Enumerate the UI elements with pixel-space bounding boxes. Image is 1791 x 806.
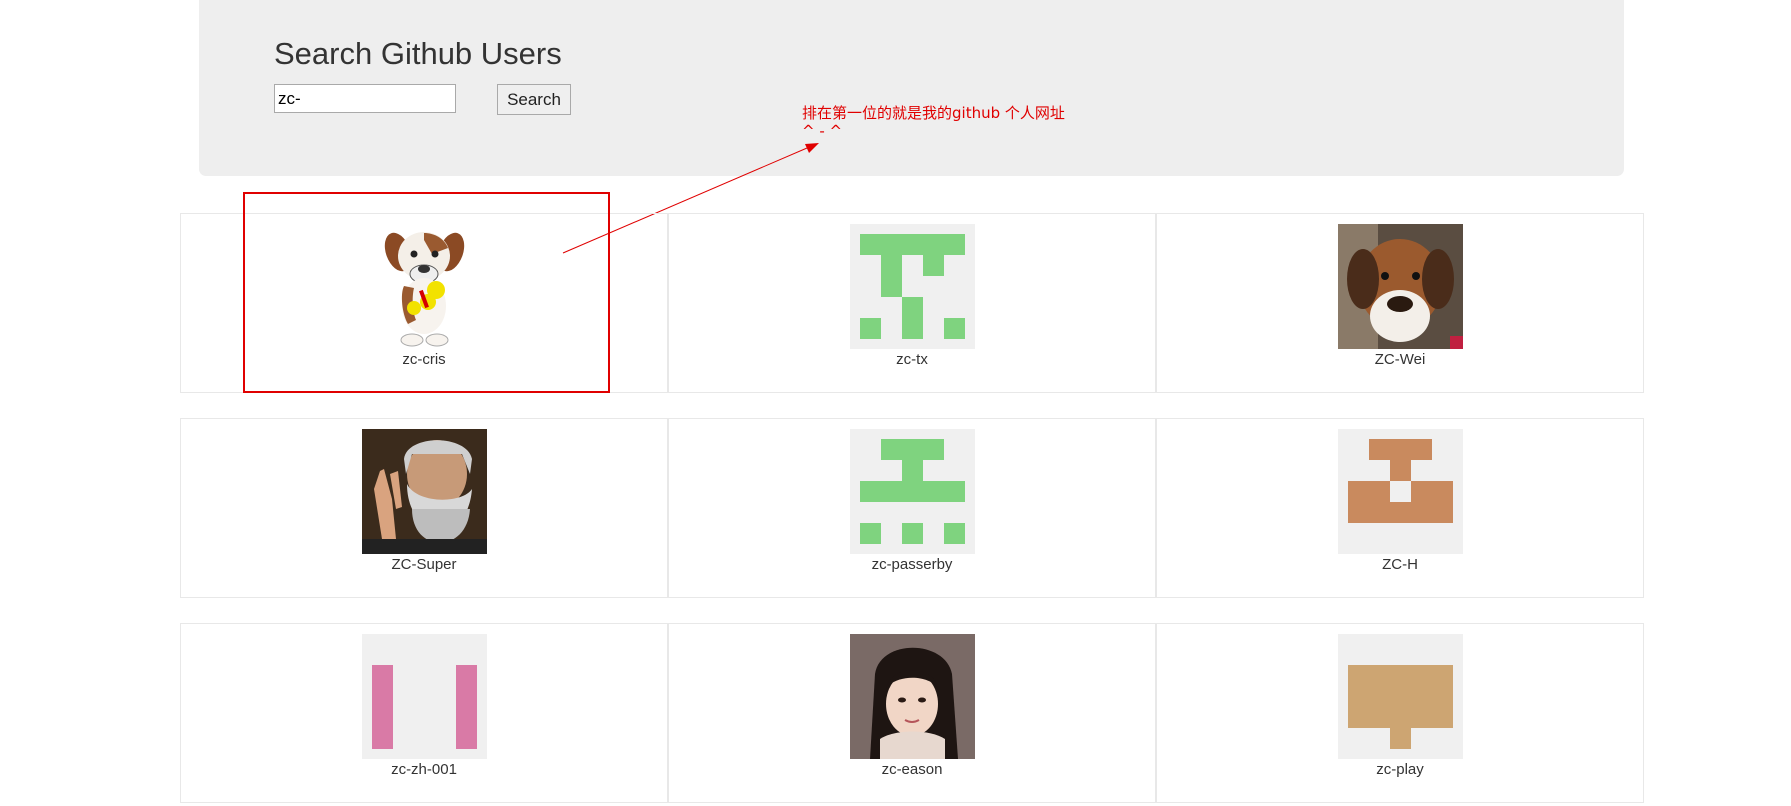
user-avatar[interactable] bbox=[1338, 634, 1463, 759]
user-login[interactable]: zc-eason bbox=[669, 761, 1155, 778]
user-row: ZC-Super zc-passerby ZC-H bbox=[180, 418, 1644, 598]
user-login[interactable]: zc-passerby bbox=[669, 556, 1155, 573]
user-card[interactable]: zc-zh-001 bbox=[180, 623, 668, 803]
page: Search Github Users Search 排在第一位的就是我的git… bbox=[0, 0, 1791, 806]
user-avatar[interactable] bbox=[850, 429, 975, 554]
user-login[interactable]: ZC-Wei bbox=[1157, 351, 1643, 368]
search-input[interactable] bbox=[274, 84, 456, 113]
user-row: zc-zh-001 zc-eason zc-play bbox=[180, 623, 1644, 803]
brown-identicon-icon bbox=[1348, 439, 1453, 523]
user-card[interactable]: zc-eason bbox=[668, 623, 1156, 803]
user-avatar[interactable] bbox=[362, 634, 487, 759]
search-button[interactable]: Search bbox=[497, 84, 571, 115]
user-login[interactable]: zc-zh-001 bbox=[181, 761, 667, 778]
search-header: Search Github Users Search bbox=[199, 0, 1624, 176]
user-login[interactable]: zc-play bbox=[1157, 761, 1643, 778]
user-card[interactable]: zc-play bbox=[1156, 623, 1644, 803]
page-title: Search Github Users bbox=[274, 36, 562, 71]
user-card[interactable]: ZC-Super bbox=[180, 418, 668, 598]
user-avatar[interactable] bbox=[1338, 224, 1463, 349]
user-card[interactable]: zc-tx bbox=[668, 213, 1156, 393]
tan-identicon-icon bbox=[1348, 665, 1453, 749]
annotation-line-2: ^ - ^ bbox=[802, 122, 843, 140]
bearded-man-photo-icon bbox=[362, 429, 487, 554]
green-identicon-icon bbox=[860, 234, 965, 339]
user-login[interactable]: zc-tx bbox=[669, 351, 1155, 368]
green-identicon-icon bbox=[860, 439, 965, 544]
user-card[interactable]: ZC-Wei bbox=[1156, 213, 1644, 393]
user-avatar[interactable] bbox=[850, 224, 975, 349]
pink-identicon-icon bbox=[372, 665, 477, 749]
woman-photo-icon bbox=[850, 634, 975, 759]
user-login[interactable]: ZC-Super bbox=[181, 556, 667, 573]
user-login[interactable]: ZC-H bbox=[1157, 556, 1643, 573]
user-card[interactable]: zc-passerby bbox=[668, 418, 1156, 598]
user-avatar[interactable] bbox=[850, 634, 975, 759]
user-avatar[interactable] bbox=[362, 429, 487, 554]
annotation-note: 排在第一位的就是我的github 个人网址 ^ - ^ bbox=[802, 104, 1065, 140]
plush-dog-photo-icon bbox=[1338, 224, 1463, 349]
user-card[interactable]: ZC-H bbox=[1156, 418, 1644, 598]
annotation-line-1: 排在第一位的就是我的github 个人网址 bbox=[802, 104, 1065, 122]
highlight-box bbox=[243, 192, 610, 393]
user-avatar[interactable] bbox=[1338, 429, 1463, 554]
